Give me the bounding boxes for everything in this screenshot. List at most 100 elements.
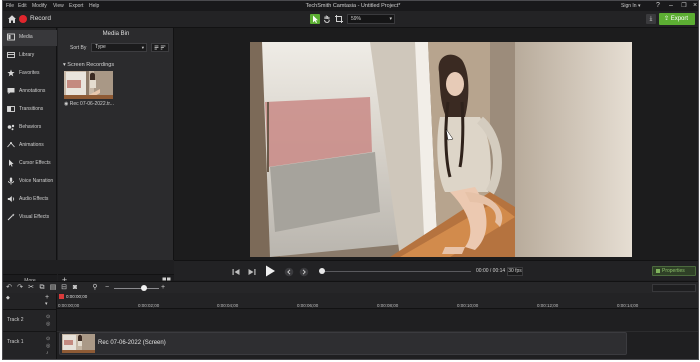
scrub-bar[interactable] — [321, 271, 471, 272]
menu-export[interactable]: Export — [69, 3, 83, 9]
window-title: TechSmith Camtasia - Untitled Project* — [305, 2, 401, 9]
sidebar-item-audio-effects[interactable]: Audio Effects — [3, 192, 57, 208]
select-tool-icon[interactable] — [310, 14, 320, 24]
playhead-handle[interactable] — [59, 294, 64, 299]
wand-icon — [7, 213, 15, 221]
menu-modify[interactable]: Modify — [32, 3, 47, 9]
menu-help[interactable]: Help — [89, 3, 99, 9]
sidebar-item-animations[interactable]: Animations — [3, 138, 57, 154]
redo-icon[interactable]: ↷ — [16, 284, 24, 292]
clip-label: Rec 07-06-2022 (Screen) — [98, 340, 166, 346]
sidebar-item-annotations[interactable]: Annotations — [3, 84, 57, 100]
sort-by-label: Sort By — [70, 45, 87, 51]
help-icon[interactable]: ? — [651, 2, 665, 10]
timeline-zoom-slider[interactable] — [114, 288, 159, 289]
menu-bar: File Edit Modify View Export Help TechSm… — [3, 1, 698, 11]
step-back-icon[interactable] — [231, 267, 241, 277]
marker-toggle-icon[interactable]: ◆ — [6, 295, 10, 301]
record-button[interactable]: Record — [19, 14, 55, 25]
animation-icon — [7, 142, 15, 148]
menu-view[interactable]: View — [53, 3, 64, 9]
ruler-tick-label: 0:00:12;00 — [537, 303, 559, 308]
menu-file[interactable]: File — [6, 3, 14, 9]
pan-tool-icon[interactable] — [322, 14, 332, 24]
annotation-icon — [7, 88, 15, 95]
fps-selector[interactable]: 30 fps — [507, 267, 523, 276]
timeline-toolbar: ↶ ↷ ✂ ⧉ ▤ ⊟ ◙ ⚲ − + — [3, 281, 698, 293]
sort-by-dropdown[interactable]: Type ▾ — [91, 43, 147, 52]
track-name-1[interactable]: Track 1 — [7, 339, 23, 345]
undo-icon[interactable]: ↶ — [5, 284, 13, 292]
add-track-icon[interactable]: + — [45, 294, 49, 301]
lock-icon[interactable]: ⊙ — [46, 314, 50, 320]
microphone-icon — [8, 177, 14, 185]
sidebar-item-label: Transitions — [19, 106, 44, 112]
export-icon: ⇪ — [664, 16, 671, 22]
crop-tool-icon[interactable] — [334, 14, 344, 24]
media-icon — [7, 33, 15, 41]
eye-icon[interactable]: ◎ — [46, 321, 50, 327]
zoom-value: 59% — [351, 16, 362, 22]
next-marker-icon[interactable] — [299, 267, 309, 277]
timeline-clip[interactable]: Rec 07-06-2022 (Screen) — [59, 332, 627, 355]
zoom-search-icon[interactable]: ⚲ — [91, 284, 99, 292]
scrub-handle[interactable] — [319, 268, 325, 274]
sidebar-item-visual-effects[interactable]: Visual Effects — [3, 210, 57, 226]
download-icon[interactable]: ⤓ — [646, 14, 656, 24]
ruler-tick-label: 0:00:10;00 — [457, 303, 479, 308]
timeline-options[interactable] — [652, 284, 696, 292]
track-divider — [3, 331, 57, 332]
lock-icon[interactable]: ⊙ — [46, 336, 50, 342]
sidebar-item-label: Voice Narration — [19, 178, 54, 184]
star-icon — [7, 69, 15, 77]
media-thumbnail[interactable] — [64, 71, 113, 99]
record-dot-icon — [19, 15, 27, 23]
eye-icon[interactable]: ◎ — [46, 343, 50, 349]
sidebar-item-voice-narration[interactable]: Voice Narration — [3, 174, 57, 190]
timeline-ruler[interactable]: 0:00:00;00 0:00:00;00 0:00:02;00 0:00:04… — [57, 293, 698, 309]
screen-recordings-group[interactable]: ▾ Screen Recordings — [63, 62, 114, 68]
sidebar-item-library[interactable]: Library — [3, 48, 57, 64]
close-icon[interactable]: × — [688, 2, 698, 10]
snapshot-icon[interactable]: ◙ — [71, 284, 79, 292]
properties-button[interactable]: Properties — [652, 266, 696, 276]
export-button[interactable]: ⇪ Export — [659, 13, 695, 25]
chevron-down-icon[interactable]: ▾ — [45, 301, 48, 307]
video-frame[interactable] — [250, 42, 632, 257]
minimize-icon[interactable]: – — [664, 2, 678, 10]
tools-sidebar: Media Library Favorites Annotations Tran… — [3, 28, 57, 286]
export-label: Export — [670, 16, 689, 22]
thumb-label-text: Rec 07-06-2022.tr... — [69, 101, 114, 107]
split-icon[interactable]: ⊟ — [60, 284, 68, 292]
sidebar-item-behaviors[interactable]: Behaviors — [3, 120, 57, 136]
main-toolbar: Record 59% ▾ ⤓ ⇪ Export — [3, 11, 698, 28]
library-icon — [7, 52, 15, 58]
step-forward-icon[interactable] — [247, 267, 257, 277]
copy-icon[interactable]: ⧉ — [38, 284, 46, 292]
time-readout: 00:00 / 00:14 — [476, 268, 506, 274]
media-thumbnail-label: ◉ Rec 07-06-2022.tr... — [64, 101, 114, 107]
zoom-dropdown[interactable]: 59% ▾ — [347, 14, 395, 24]
previous-marker-icon[interactable] — [284, 267, 294, 277]
sidebar-item-transitions[interactable]: Transitions — [3, 102, 57, 118]
timeline-zoom-handle[interactable] — [141, 285, 147, 291]
sidebar-item-label: Cursor Effects — [19, 160, 51, 166]
track-name-2[interactable]: Track 2 — [7, 317, 23, 323]
cut-icon[interactable]: ✂ — [27, 284, 35, 292]
paste-icon[interactable]: ▤ — [49, 284, 57, 292]
sidebar-item-cursor-effects[interactable]: Cursor Effects — [3, 156, 57, 172]
home-icon[interactable] — [7, 14, 17, 24]
view-toggle-icon[interactable] — [151, 43, 169, 52]
ruler-tick-label: 0:00:04;00 — [217, 303, 239, 308]
sidebar-item-label: Media — [19, 34, 33, 40]
sidebar-item-label: Behaviors — [19, 124, 42, 130]
zoom-out-icon[interactable]: − — [103, 284, 111, 292]
audio-toggle-icon[interactable]: ♪ — [46, 350, 49, 356]
media-bin-panel: Media Bin Sort By Type ▾ ▾ Screen Record… — [58, 28, 174, 286]
sign-in-link[interactable]: Sign In ▾ — [621, 3, 640, 9]
zoom-in-icon[interactable]: + — [159, 284, 167, 292]
play-icon[interactable] — [263, 264, 277, 278]
sidebar-item-media[interactable]: Media — [3, 30, 57, 46]
sidebar-item-favorites[interactable]: Favorites — [3, 66, 57, 82]
menu-edit[interactable]: Edit — [18, 3, 27, 9]
